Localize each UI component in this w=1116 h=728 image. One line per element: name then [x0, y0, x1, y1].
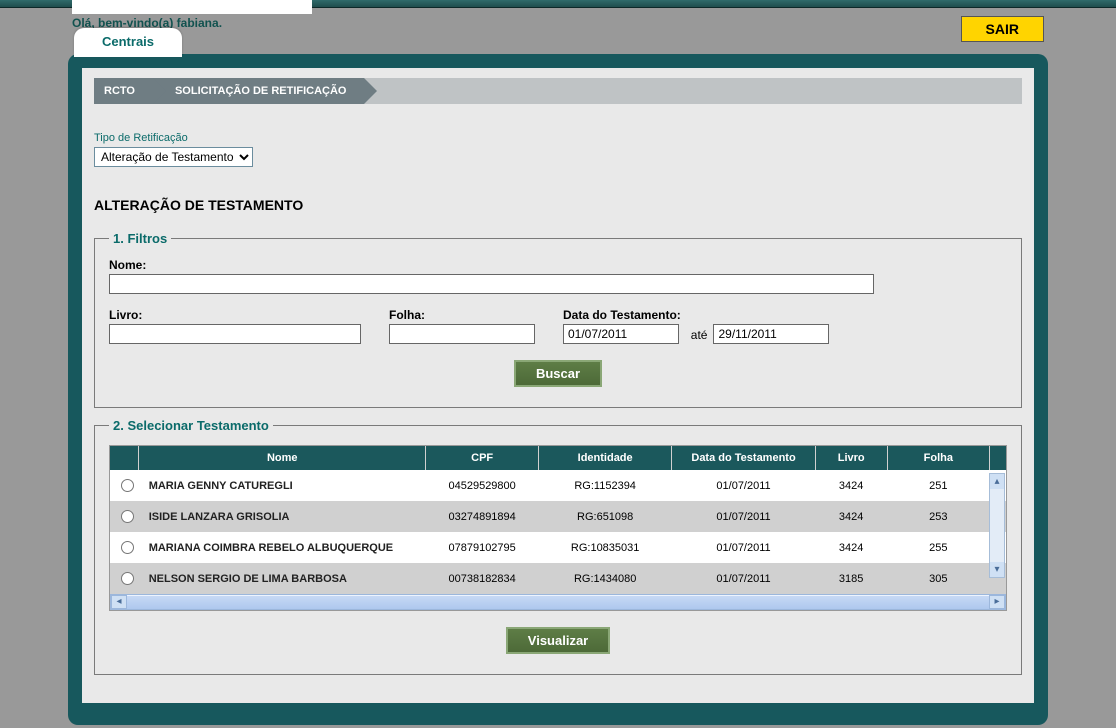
cell-data: 01/07/2011 [672, 470, 816, 501]
section-heading: ALTERAÇÃO DE TESTAMENTO [94, 197, 1022, 213]
visualizar-button[interactable]: Visualizar [506, 627, 610, 654]
scroll-down-icon[interactable]: ▾ [990, 562, 1004, 577]
cell-identidade: RG:1152394 [539, 470, 672, 501]
cell-livro: 3424 [815, 532, 887, 563]
horizontal-scrollbar[interactable]: ◂ ▸ [110, 594, 1006, 610]
main-panel: Centrais RCTO SOLICITAÇÃO DE RETIFICAÇÃO… [68, 54, 1048, 725]
cell-nome: ISIDE LANZARA GRISOLIA [139, 501, 426, 532]
cell-folha: 305 [887, 563, 990, 594]
cell-folha: 251 [887, 470, 990, 501]
data-inicio-input[interactable] [563, 324, 679, 344]
sair-button[interactable]: SAIR [961, 16, 1044, 42]
col-cpf[interactable]: CPF [426, 446, 539, 470]
cell-folha: 255 [887, 532, 990, 563]
results-table: Nome CPF Identidade Data do Testamento L… [110, 446, 1006, 594]
buscar-button[interactable]: Buscar [514, 360, 602, 387]
cell-cpf: 03274891894 [426, 501, 539, 532]
folha-label: Folha: [389, 308, 535, 322]
cell-livro: 3424 [815, 470, 887, 501]
col-livro[interactable]: Livro [815, 446, 887, 470]
scroll-left-icon[interactable]: ◂ [111, 595, 127, 609]
cell-data: 01/07/2011 [672, 532, 816, 563]
breadcrumb-rcto[interactable]: RCTO [94, 78, 153, 104]
cell-nome: MARIA GENNY CATUREGLI [139, 470, 426, 501]
col-nome[interactable]: Nome [139, 446, 426, 470]
cell-identidade: RG:10835031 [539, 532, 672, 563]
tab-centrais[interactable]: Centrais [74, 28, 182, 57]
selecionar-legend: 2. Selecionar Testamento [109, 418, 273, 433]
cell-cpf: 07879102795 [426, 532, 539, 563]
cell-data: 01/07/2011 [672, 563, 816, 594]
row-radio[interactable] [121, 510, 134, 523]
scroll-right-icon[interactable]: ▸ [989, 595, 1005, 609]
col-folha[interactable]: Folha [887, 446, 990, 470]
selecionar-fieldset: 2. Selecionar Testamento Nome CPF [94, 418, 1022, 675]
nome-input[interactable] [109, 274, 874, 294]
data-fim-input[interactable] [713, 324, 829, 344]
col-scroll [990, 446, 1006, 470]
livro-input[interactable] [109, 324, 361, 344]
cell-cpf: 00738182834 [426, 563, 539, 594]
row-radio[interactable] [121, 572, 134, 585]
cell-folha: 253 [887, 501, 990, 532]
data-testamento-label: Data do Testamento: [563, 308, 681, 322]
row-radio[interactable] [121, 541, 134, 554]
cell-livro: 3185 [815, 563, 887, 594]
table-row[interactable]: NELSON SERGIO DE LIMA BARBOSA00738182834… [110, 563, 1006, 594]
filtros-legend: 1. Filtros [109, 231, 171, 246]
cell-livro: 3424 [815, 501, 887, 532]
table-row[interactable]: ISIDE LANZARA GRISOLIA03274891894RG:6510… [110, 501, 1006, 532]
col-radio [110, 446, 139, 470]
cell-nome: NELSON SERGIO DE LIMA BARBOSA [139, 563, 426, 594]
folha-input[interactable] [389, 324, 535, 344]
ate-label: até [685, 328, 714, 342]
tipo-retificacao-select[interactable]: Alteração de Testamento [94, 147, 253, 167]
cell-identidade: RG:1434080 [539, 563, 672, 594]
nome-label: Nome: [109, 258, 1007, 272]
col-identidade[interactable]: Identidade [539, 446, 672, 470]
top-white-block [72, 0, 312, 14]
row-radio[interactable] [121, 479, 134, 492]
cell-identidade: RG:651098 [539, 501, 672, 532]
col-data[interactable]: Data do Testamento [672, 446, 816, 470]
hscroll-track[interactable] [127, 595, 989, 609]
table-row[interactable]: MARIA GENNY CATUREGLI04529529800RG:11523… [110, 470, 1006, 501]
breadcrumb: RCTO SOLICITAÇÃO DE RETIFICAÇÃO [94, 78, 1022, 104]
cell-nome: MARIANA COIMBRA REBELO ALBUQUERQUE [139, 532, 426, 563]
breadcrumb-solicitacao[interactable]: SOLICITAÇÃO DE RETIFICAÇÃO [153, 78, 365, 104]
table-row[interactable]: MARIANA COIMBRA REBELO ALBUQUERQUE078791… [110, 532, 1006, 563]
results-table-wrap: Nome CPF Identidade Data do Testamento L… [110, 446, 1006, 594]
cell-cpf: 04529529800 [426, 470, 539, 501]
scroll-up-icon[interactable]: ▴ [990, 474, 1004, 489]
filtros-fieldset: 1. Filtros Nome: Livro: Folha: Da [94, 231, 1022, 408]
vertical-scrollbar[interactable]: ▴ ▾ [989, 473, 1005, 578]
tipo-retificacao-label: Tipo de Retificação [94, 132, 1022, 144]
livro-label: Livro: [109, 308, 361, 322]
cell-data: 01/07/2011 [672, 501, 816, 532]
